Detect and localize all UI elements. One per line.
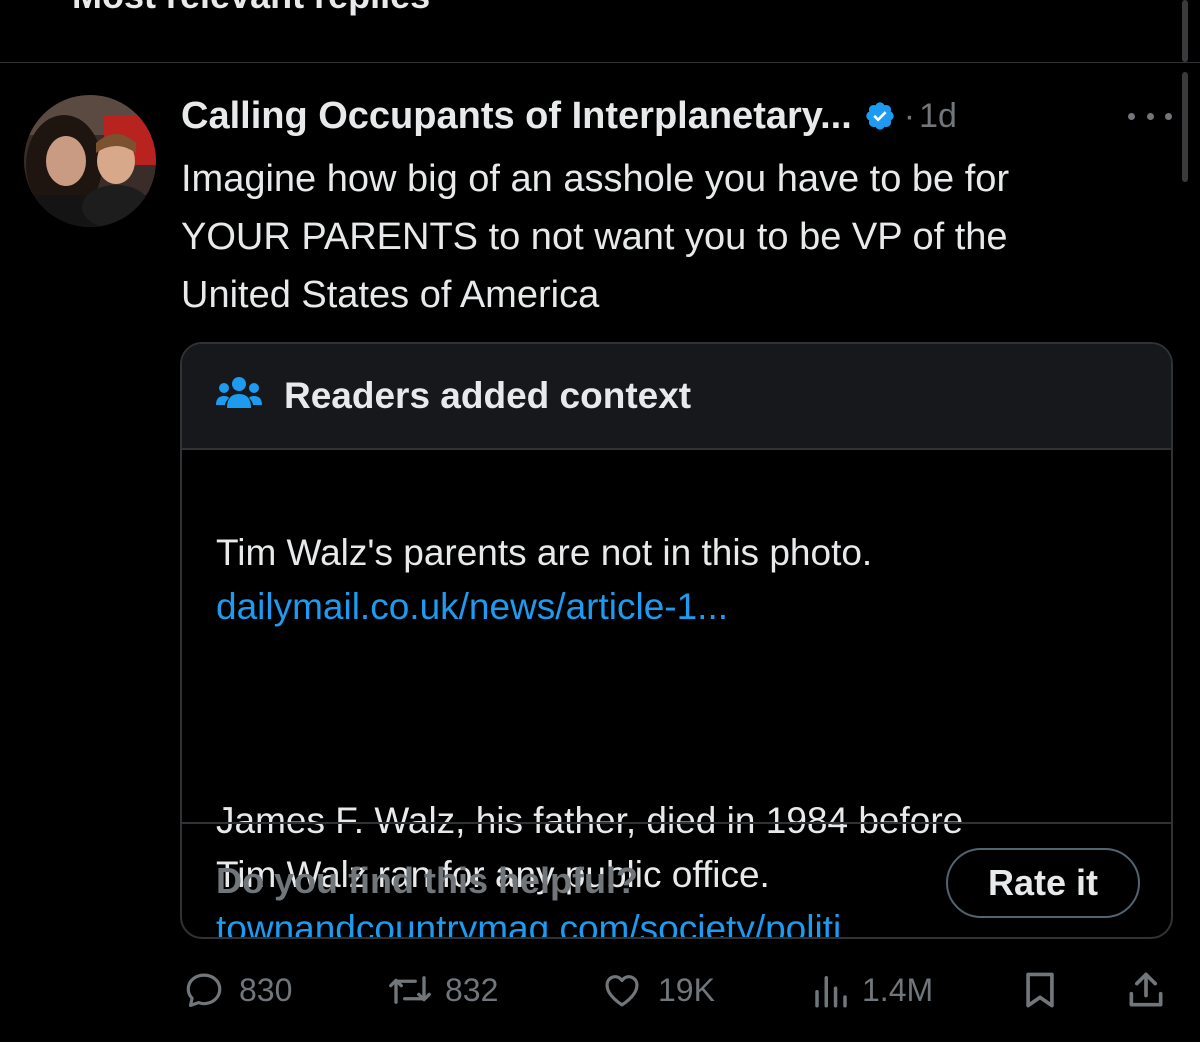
- more-icon[interactable]: [1128, 104, 1172, 128]
- share-icon: [1124, 968, 1168, 1012]
- verified-badge-icon[interactable]: [864, 100, 896, 132]
- avatar-photo: [24, 95, 156, 227]
- section-header: Most relevant replies: [72, 0, 430, 14]
- reply-button[interactable]: 830: [183, 963, 292, 1017]
- rate-it-button[interactable]: Rate it: [946, 848, 1140, 918]
- scrollbar-thumb[interactable]: [1182, 72, 1188, 182]
- scrollbar[interactable]: [1182, 0, 1188, 62]
- heart-icon: [600, 969, 644, 1011]
- note-link[interactable]: dailymail.co.uk/news/article-1...: [216, 580, 1146, 634]
- helpful-question: Do you find this helpful?: [216, 860, 638, 901]
- avatar[interactable]: [24, 95, 156, 227]
- divider: [182, 822, 1171, 824]
- note-header[interactable]: Readers added context: [182, 344, 1171, 450]
- note-paragraph: Tim Walz's parents are not in this photo…: [216, 472, 1146, 688]
- tweet-text: Imagine how big of an asshole you have t…: [181, 158, 1010, 316]
- reply-icon: [183, 969, 225, 1011]
- timestamp[interactable]: 1d: [919, 97, 957, 136]
- community-note: Readers added context Tim Walz's parents…: [180, 342, 1173, 939]
- note-text: Tim Walz's parents are not in this photo…: [216, 532, 873, 573]
- repost-button[interactable]: 832: [385, 963, 498, 1017]
- note-title: Readers added context: [284, 375, 692, 416]
- like-button[interactable]: 19K: [600, 963, 715, 1017]
- readers-group-icon: [216, 375, 262, 418]
- divider: [0, 62, 1200, 63]
- view-count: 1.4M: [862, 971, 934, 1008]
- reply-count: 830: [239, 971, 293, 1008]
- views-button[interactable]: 1.4M: [810, 963, 933, 1017]
- share-button[interactable]: [1124, 963, 1168, 1017]
- views-chart-icon: [810, 969, 852, 1011]
- action-bar: 830 832 19K 1.4M: [0, 963, 1200, 1017]
- repost-count: 832: [445, 971, 499, 1008]
- like-count: 19K: [658, 971, 715, 1008]
- display-name[interactable]: Calling Occupants of Interplanetary...: [181, 95, 852, 138]
- repost-icon: [385, 969, 435, 1011]
- bookmark-icon: [1018, 968, 1062, 1012]
- separator-dot: ·: [903, 96, 916, 135]
- tweet-header: Calling Occupants of Interplanetary... ·…: [181, 92, 957, 140]
- bookmark-button[interactable]: [1018, 963, 1062, 1017]
